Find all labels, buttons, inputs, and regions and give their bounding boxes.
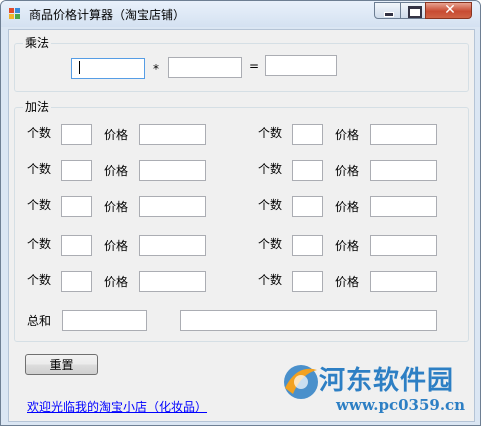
right-count-input-4[interactable] [292, 235, 323, 256]
price-label: 价格 [104, 200, 129, 214]
left-price-input-3[interactable] [139, 196, 206, 217]
minimize-button[interactable] [374, 2, 401, 19]
shop-link[interactable]: 欢迎光临我的淘宝小店（化妆品） [27, 398, 207, 415]
multiply-operand2-input[interactable] [168, 57, 242, 78]
count-label: 个数 [258, 126, 283, 140]
title-bar[interactable]: 商品价格计算器（淘宝店铺） ✕ [1, 1, 480, 27]
close-icon: ✕ [444, 2, 456, 18]
addition-group-label: 加法 [23, 100, 52, 114]
right-price-input-1[interactable] [370, 124, 437, 145]
left-price-input-5[interactable] [139, 271, 206, 292]
price-label: 价格 [335, 164, 360, 178]
left-count-input-5[interactable] [61, 271, 92, 292]
left-count-input-4[interactable] [61, 235, 92, 256]
left-price-input-1[interactable] [139, 124, 206, 145]
right-price-input-5[interactable] [370, 271, 437, 292]
price-label: 价格 [335, 275, 360, 289]
price-label: 价格 [104, 128, 129, 142]
right-count-input-3[interactable] [292, 196, 323, 217]
text-caret [79, 61, 80, 74]
equals-sign: = [249, 59, 260, 73]
form-client-area: 乘法 * = 加法 总和 重置 欢迎光临我的淘宝小店（化妆品） 河东软件园 ww… [8, 29, 475, 422]
count-label: 个数 [27, 198, 52, 212]
left-price-input-4[interactable] [139, 235, 206, 256]
window-title: 商品价格计算器（淘宝店铺） [29, 8, 186, 22]
multiply-result-field[interactable] [265, 55, 337, 76]
count-label: 个数 [27, 237, 52, 251]
left-price-input-2[interactable] [139, 160, 206, 181]
close-button[interactable]: ✕ [425, 2, 472, 19]
right-count-input-1[interactable] [292, 124, 323, 145]
right-price-input-3[interactable] [370, 196, 437, 217]
count-label: 个数 [258, 237, 283, 251]
multiply-operator: * [153, 62, 159, 76]
multiply-group-label: 乘法 [23, 36, 52, 50]
price-label: 价格 [335, 200, 360, 214]
count-label: 个数 [27, 126, 52, 140]
right-count-input-5[interactable] [292, 271, 323, 292]
app-window-icon [9, 8, 22, 20]
watermark-logo-icon [284, 365, 318, 399]
count-label: 个数 [27, 162, 52, 176]
app-window: 商品价格计算器（淘宝店铺） ✕ 乘法 * = 加法 总和 重置 欢迎光临我的淘宝 [0, 0, 481, 426]
total-label: 总和 [27, 314, 52, 328]
price-label: 价格 [104, 164, 129, 178]
right-price-input-4[interactable] [370, 235, 437, 256]
count-label: 个数 [258, 273, 283, 287]
left-count-input-2[interactable] [61, 160, 92, 181]
total-text-field[interactable] [180, 310, 437, 331]
total-value-field[interactable] [62, 310, 147, 331]
multiply-operand1-input[interactable] [71, 58, 145, 79]
price-label: 价格 [335, 128, 360, 142]
right-price-input-2[interactable] [370, 160, 437, 181]
count-label: 个数 [258, 162, 283, 176]
watermark-name: 河东软件园 [319, 366, 455, 396]
left-count-input-1[interactable] [61, 124, 92, 145]
watermark-url: www.pc0359.cn [336, 396, 466, 414]
count-label: 个数 [27, 273, 52, 287]
price-label: 价格 [104, 275, 129, 289]
maximize-icon [408, 6, 422, 18]
maximize-button[interactable] [400, 2, 426, 19]
price-label: 价格 [104, 239, 129, 253]
reset-button[interactable]: 重置 [25, 354, 98, 375]
left-count-input-3[interactable] [61, 196, 92, 217]
price-label: 价格 [335, 239, 360, 253]
count-label: 个数 [258, 198, 283, 212]
right-count-input-2[interactable] [292, 160, 323, 181]
minimize-icon [384, 12, 394, 17]
watermark: 河东软件园 www.pc0359.cn [279, 354, 479, 420]
